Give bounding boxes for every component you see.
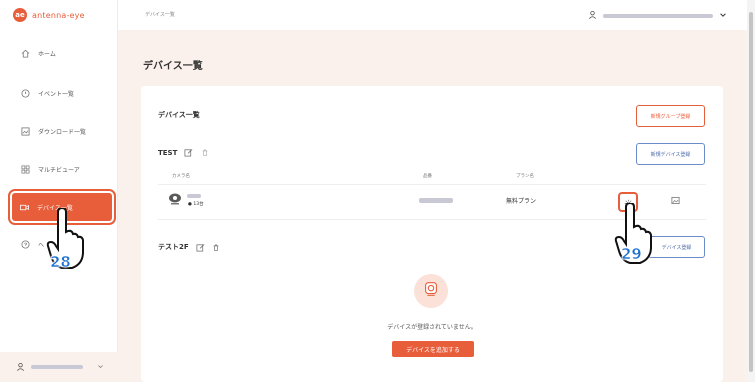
logo-text: antenna-eye — [32, 10, 85, 20]
breadcrumb: デバイス一覧 — [145, 12, 175, 18]
sidebar-item-downloads[interactable]: ダウンロード一覧 — [0, 120, 118, 142]
step-number-badge: 29 — [621, 245, 642, 264]
user-email-redacted — [603, 13, 713, 18]
sidebar-item-label: マルチビューア — [38, 166, 80, 174]
user-icon — [16, 362, 25, 373]
chevron-down-icon — [97, 363, 104, 372]
group-name: TEST — [158, 148, 178, 157]
group-header-test2f: テスト2F — [158, 242, 221, 252]
sidebar: ae antenna-eye ホーム イベント一覧 ダウンロード一覧 マルチビュ… — [0, 0, 118, 382]
new-device-button[interactable]: 新規デバイス登録 — [636, 143, 705, 165]
camera-icon — [422, 280, 440, 302]
user-menu[interactable] — [588, 10, 727, 21]
group-name: テスト2F — [158, 243, 189, 251]
sidebar-item-events[interactable]: イベント一覧 — [0, 82, 118, 104]
edit-icon[interactable] — [196, 243, 205, 252]
sidebar-item-label: イベント一覧 — [38, 90, 75, 98]
trash-icon[interactable] — [200, 148, 209, 157]
new-device-button[interactable]: デバイス登録 — [648, 236, 705, 258]
top-bar: デバイス一覧 — [118, 0, 755, 30]
account-menu[interactable] — [0, 352, 118, 382]
home-icon — [21, 49, 30, 58]
event-icon — [21, 88, 30, 98]
column-header-plan: プラン名 — [516, 174, 534, 179]
step-number-badge: 28 — [50, 253, 71, 272]
add-device-button[interactable]: デバイスを追加する — [392, 341, 474, 357]
column-header-model: 品番 — [423, 174, 432, 179]
empty-message: デバイスが登録されていません。 — [387, 324, 477, 331]
app-logo[interactable]: ae antenna-eye — [13, 8, 85, 22]
sidebar-item-label: ヘ — [38, 241, 45, 249]
user-icon — [588, 10, 597, 21]
sidebar-item-home[interactable]: ホーム — [0, 42, 118, 64]
card-title: デバイス一覧 — [158, 111, 200, 119]
model-number-redacted — [419, 198, 453, 203]
page-title: デバイス一覧 — [143, 61, 203, 72]
camera-name-redacted — [187, 194, 201, 198]
divider — [158, 184, 706, 185]
status-badge: ● 13台 — [188, 202, 204, 207]
download-icon — [21, 126, 30, 136]
camera-thumbnail-icon — [168, 193, 182, 207]
trash-icon[interactable] — [212, 243, 221, 252]
sidebar-item-multiviewer[interactable]: マルチビューア — [0, 158, 118, 180]
image-icon[interactable] — [671, 196, 680, 207]
sidebar-item-label: ダウンロード一覧 — [38, 128, 87, 136]
column-header-camera: カメラ名 — [172, 174, 190, 179]
new-group-button[interactable]: 新規グループ登録 — [636, 105, 705, 127]
group-header-test: TEST — [158, 148, 209, 157]
scrollbar-thumb[interactable] — [749, 12, 753, 372]
plan-name: 無料プラン — [506, 198, 537, 205]
chevron-down-icon — [719, 11, 727, 21]
sidebar-item-label: ホーム — [38, 50, 56, 58]
help-icon — [21, 239, 30, 249]
account-name-redacted — [31, 365, 83, 369]
logo-mark: ae — [13, 8, 27, 22]
grid-icon — [21, 165, 30, 174]
edit-icon[interactable] — [184, 148, 193, 157]
camera-icon — [20, 203, 29, 212]
empty-state-illustration — [414, 274, 448, 308]
